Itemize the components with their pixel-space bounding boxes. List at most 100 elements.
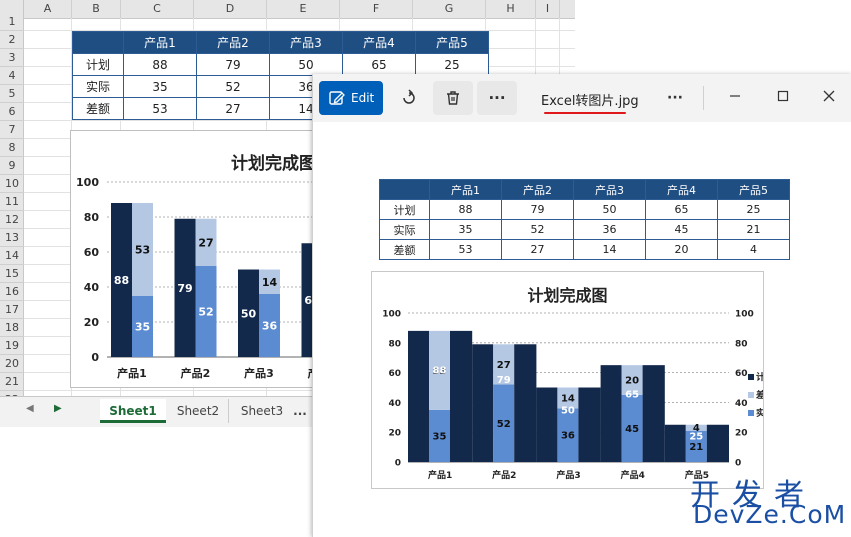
edit-image-icon bbox=[329, 91, 345, 105]
data-label-plan: 65 bbox=[625, 390, 639, 401]
y-tick-label: 40 bbox=[84, 281, 100, 294]
value-cell: 36 bbox=[573, 219, 646, 240]
bar-plan-left bbox=[408, 330, 429, 462]
rotate-button[interactable] bbox=[389, 81, 429, 115]
data-label-plan: 50 bbox=[561, 405, 575, 416]
column-header-d[interactable]: D bbox=[194, 0, 267, 18]
edit-button[interactable]: Edit bbox=[319, 81, 383, 115]
close-button[interactable] bbox=[817, 86, 841, 110]
column-header-c[interactable]: C bbox=[121, 0, 194, 18]
row-header-11[interactable]: 11 bbox=[0, 193, 24, 211]
legend-label: 差额 bbox=[756, 389, 763, 401]
row-header-17[interactable]: 17 bbox=[0, 301, 24, 319]
value-cell[interactable]: 27 bbox=[196, 97, 270, 120]
data-label-actual: 36 bbox=[262, 320, 278, 333]
row-label-cell[interactable]: 差额 bbox=[72, 97, 124, 120]
column-header-f[interactable]: F bbox=[340, 0, 413, 18]
prev-sheet-icon[interactable]: ◀ bbox=[26, 403, 34, 414]
data-label-actual: 52 bbox=[198, 306, 213, 319]
value-cell: 4 bbox=[717, 239, 790, 260]
row-label-cell[interactable]: 实际 bbox=[72, 75, 124, 98]
y2-tick-label: 60 bbox=[735, 369, 748, 379]
maximize-button[interactable] bbox=[771, 86, 795, 110]
column-header-g[interactable]: G bbox=[413, 0, 486, 18]
minimize-button[interactable] bbox=[723, 86, 747, 110]
value-cell: 65 bbox=[645, 199, 718, 220]
tab-sheet2[interactable]: Sheet2 bbox=[168, 399, 229, 423]
see-more-button[interactable]: ··· bbox=[477, 81, 517, 115]
value-cell[interactable]: 35 bbox=[123, 75, 197, 98]
y-tick-label: 20 bbox=[388, 429, 401, 439]
column-header-a[interactable]: A bbox=[24, 0, 72, 18]
value-cell[interactable]: 50 bbox=[269, 53, 343, 76]
value-cell[interactable]: 52 bbox=[196, 75, 270, 98]
value-cell[interactable]: 79 bbox=[196, 53, 270, 76]
header-corner-cell[interactable] bbox=[72, 31, 124, 54]
bar-plan-left bbox=[536, 387, 558, 462]
legend-label: 计划 bbox=[756, 371, 763, 383]
row-header-20[interactable]: 20 bbox=[0, 355, 24, 373]
column-header-h[interactable]: H bbox=[486, 0, 536, 18]
title-more-button[interactable]: ··· bbox=[663, 86, 687, 110]
value-cell[interactable]: 25 bbox=[415, 53, 489, 76]
row-header-21[interactable]: 21 bbox=[0, 373, 24, 391]
row-header-9[interactable]: 9 bbox=[0, 157, 24, 175]
row-header-10[interactable]: 10 bbox=[0, 175, 24, 193]
data-label-plan: 79 bbox=[497, 375, 511, 386]
header-cell: 产品5 bbox=[717, 179, 790, 200]
row-header-3[interactable]: 3 bbox=[0, 49, 24, 67]
x-tick-label: 产品2 bbox=[181, 366, 211, 380]
value-cell: 52 bbox=[501, 219, 574, 240]
bar-plan-left bbox=[472, 344, 494, 462]
watermark-domain-text: DevZe.CoM bbox=[693, 500, 847, 529]
bar-plan-right bbox=[450, 330, 473, 462]
column-header-i[interactable]: I bbox=[536, 0, 560, 18]
y2-tick-label: 0 bbox=[735, 459, 741, 469]
row-header-13[interactable]: 13 bbox=[0, 229, 24, 247]
row-header-14[interactable]: 14 bbox=[0, 247, 24, 265]
bar-plan-right bbox=[642, 365, 665, 462]
x-tick-label: 产品4 bbox=[621, 469, 645, 481]
data-label-actual: 21 bbox=[689, 442, 703, 453]
row-header-2[interactable]: 2 bbox=[0, 31, 24, 49]
tab-sheet3[interactable]: Sheet3 bbox=[232, 399, 292, 423]
row-header-4[interactable]: 4 bbox=[0, 67, 24, 85]
header-cell[interactable]: 产品1 bbox=[123, 31, 197, 54]
y-tick-label: 80 bbox=[388, 339, 401, 349]
tab-sheet1[interactable]: Sheet1 bbox=[100, 399, 166, 423]
row-header-19[interactable]: 19 bbox=[0, 337, 24, 355]
value-cell[interactable]: 53 bbox=[123, 97, 197, 120]
row-header-7[interactable]: 7 bbox=[0, 121, 24, 139]
data-label-diff: 14 bbox=[262, 276, 278, 289]
value-cell: 79 bbox=[501, 199, 574, 220]
column-header-b[interactable]: B bbox=[72, 0, 121, 18]
row-header-15[interactable]: 15 bbox=[0, 265, 24, 283]
header-cell[interactable]: 产品2 bbox=[196, 31, 270, 54]
value-cell: 27 bbox=[501, 239, 574, 260]
value-cell: 50 bbox=[573, 199, 646, 220]
bar-plan-right bbox=[578, 387, 601, 462]
row-header-8[interactable]: 8 bbox=[0, 139, 24, 157]
value-cell: 53 bbox=[429, 239, 502, 260]
column-header-e[interactable]: E bbox=[267, 0, 340, 18]
next-sheet-icon[interactable]: ▶ bbox=[54, 403, 62, 414]
header-cell[interactable]: 产品3 bbox=[269, 31, 343, 54]
value-cell[interactable]: 65 bbox=[342, 53, 416, 76]
value-cell[interactable]: 88 bbox=[123, 53, 197, 76]
header-cell[interactable]: 产品4 bbox=[342, 31, 416, 54]
row-header-5[interactable]: 5 bbox=[0, 85, 24, 103]
row-header-1[interactable]: 1 bbox=[0, 13, 24, 31]
header-cell[interactable]: 产品5 bbox=[415, 31, 489, 54]
row-header-12[interactable]: 12 bbox=[0, 211, 24, 229]
y2-tick-label: 40 bbox=[735, 399, 748, 409]
delete-button[interactable] bbox=[433, 81, 473, 115]
value-cell: 88 bbox=[429, 199, 502, 220]
data-label-plan: 50 bbox=[241, 307, 257, 320]
row-label-cell: 差额 bbox=[379, 239, 430, 260]
photo-viewer-window: Edit ··· Excel转图片.jpg ··· 产品1 产品2 产品3 产品… bbox=[312, 74, 851, 537]
row-header-6[interactable]: 6 bbox=[0, 103, 24, 121]
row-label-cell[interactable]: 计划 bbox=[72, 53, 124, 76]
more-sheets[interactable]: ... bbox=[292, 399, 308, 423]
row-header-18[interactable]: 18 bbox=[0, 319, 24, 337]
row-header-16[interactable]: 16 bbox=[0, 283, 24, 301]
